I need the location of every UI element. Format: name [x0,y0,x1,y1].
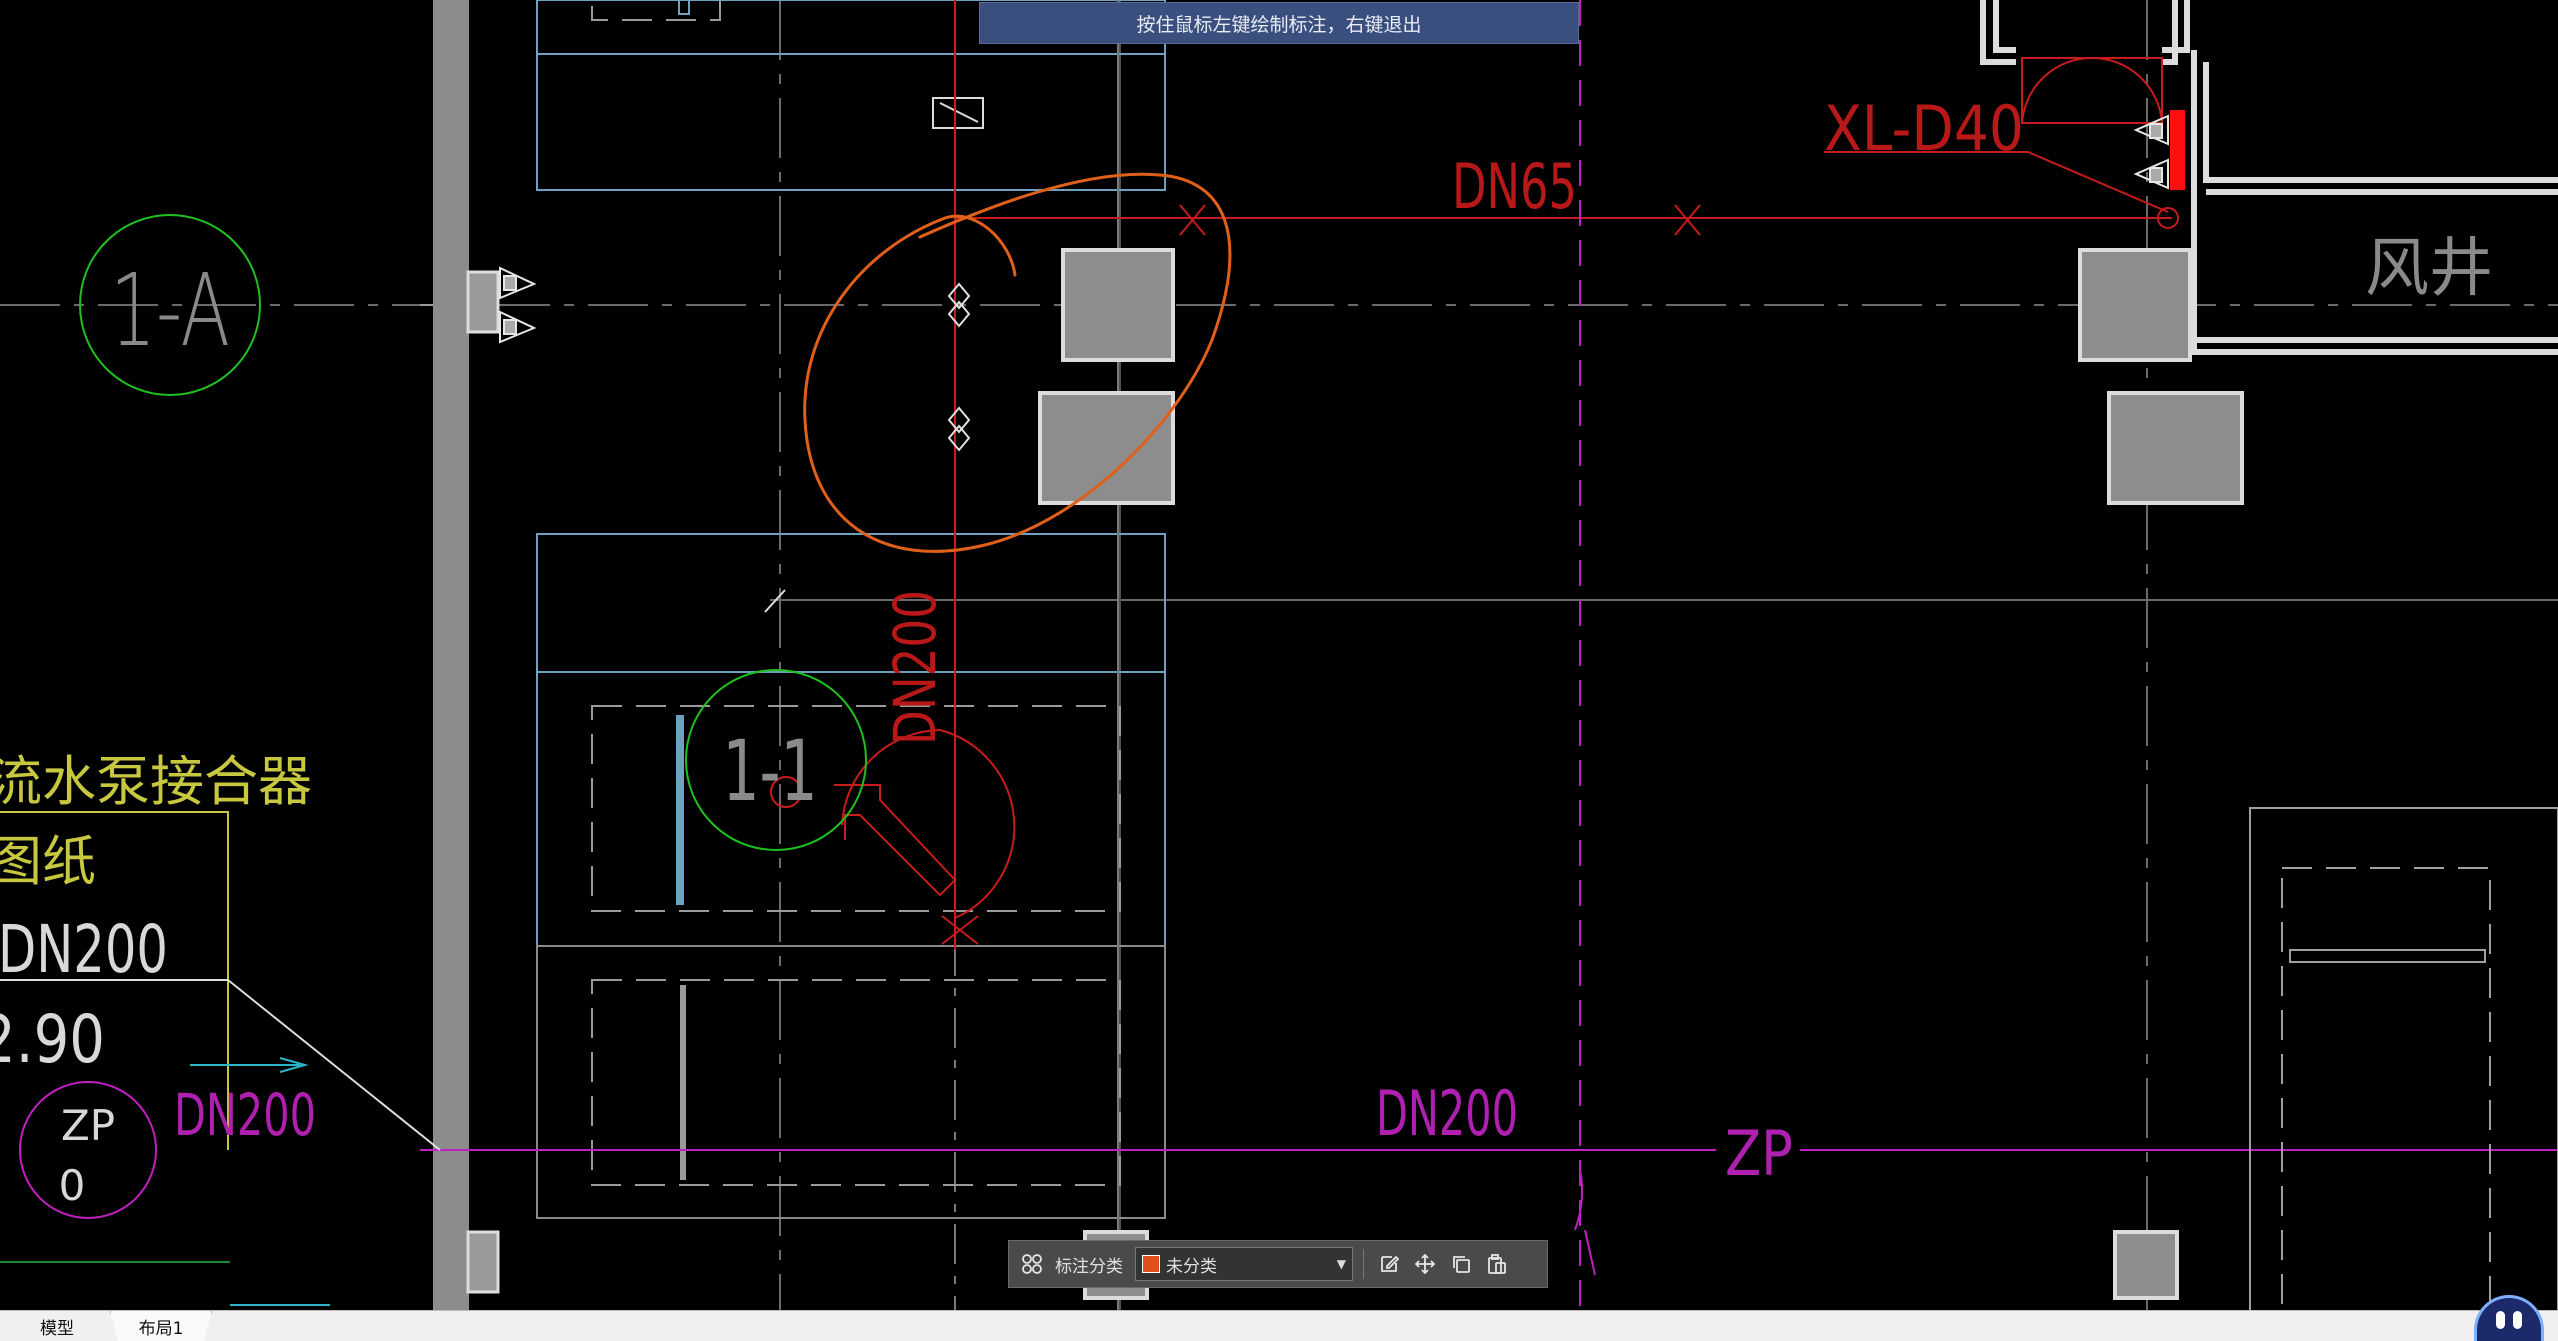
edit-icon[interactable] [1374,1249,1404,1279]
hint-text: 按住鼠标左键绘制标注，右键退出 [1136,13,1422,36]
move-icon[interactable] [1410,1249,1440,1279]
label-legend-title: 流水泵接合器 [0,750,312,813]
category-grid-icon[interactable] [1017,1249,1047,1279]
label-dn200-center: DN200 [1376,1077,1518,1150]
drawing-hint-bar: 按住鼠标左键绘制标注，右键退出 [979,2,1579,44]
label-zp-circle-bottom: 0 [59,1161,86,1210]
room-outlines [536,0,1166,1310]
reference-lines [0,0,2558,1310]
category-value: 未分类 [1166,1256,1217,1277]
toolbar-divider [1363,1249,1364,1279]
category-select[interactable]: 未分类 ▼ [1135,1247,1353,1281]
robot-eye-right [2513,1310,2522,1329]
label-dn65: DN65 [1452,150,1577,223]
label-dn200-vertical: DN200 [881,590,949,745]
copy-icon[interactable] [1446,1249,1476,1279]
category-color-swatch [1142,1255,1160,1273]
valve-symbols-right [2133,114,2169,190]
fittings [764,282,971,613]
structural-wall [420,0,500,1310]
columns [1038,248,2244,1300]
label-dn200-left: DN200 [174,1081,316,1149]
category-label: 标注分类 [1055,1256,1123,1277]
annotation-toolbar: 标注分类 未分类 ▼ [1008,1240,1548,1288]
label-axis-11: 1-1 [723,722,818,820]
label-legend-val: 2.90 [0,1001,105,1078]
label-legend-dn: DN200 [0,911,168,988]
label-fengjing: 风井 [2365,232,2493,306]
label-axis-1a: 1-A [110,252,230,369]
tab-model[interactable]: 模型 [12,1311,102,1341]
paste-icon[interactable] [1482,1249,1512,1279]
label-zp-line: ZP [1725,1117,1793,1190]
room-outlines-right [2249,807,2558,1319]
label-xl-d40: XL-D40 [1824,92,2024,165]
chevron-down-icon: ▼ [1336,1257,1346,1271]
robot-eye-left [2496,1310,2505,1329]
small-box-symbol [932,97,984,129]
cad-drawing-canvas[interactable]: 1-A DN65 XL-D40 风井 DN200 1-1 流水泵接合器 图纸 D… [0,0,2558,1341]
tab-layout1[interactable]: 布局1 [110,1311,212,1341]
label-zp-circle-top: ZP [61,1101,115,1150]
layout-tab-bar: 模型 布局1 [0,1310,2558,1341]
label-legend-sub: 图纸 [0,830,96,893]
